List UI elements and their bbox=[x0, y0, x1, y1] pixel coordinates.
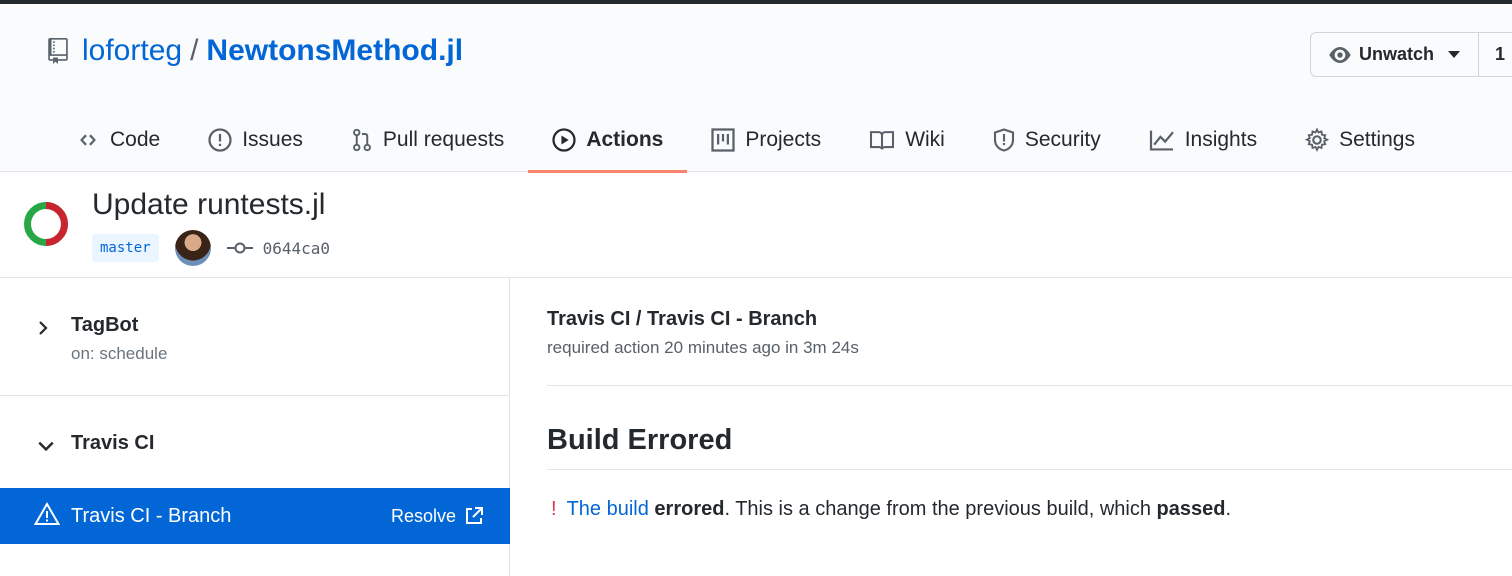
avatar[interactable] bbox=[174, 230, 211, 266]
run-status-icon bbox=[24, 202, 68, 246]
tab-pull-requests[interactable]: Pull requests bbox=[327, 108, 528, 172]
repo-title: loforteg / NewtonsMethod.jl bbox=[48, 34, 463, 68]
branch-badge[interactable]: master bbox=[92, 234, 159, 262]
workflow-travis-ci[interactable]: Travis CI bbox=[0, 396, 510, 488]
tab-settings-label: Settings bbox=[1339, 128, 1415, 151]
issue-icon bbox=[208, 128, 232, 152]
commit-link[interactable]: 0644ca0 bbox=[226, 238, 331, 258]
workflow-tagbot[interactable]: TagBot on: schedule bbox=[0, 278, 510, 396]
shield-icon bbox=[993, 128, 1014, 152]
tab-projects-label: Projects bbox=[745, 128, 822, 151]
tab-issues-label: Issues bbox=[242, 128, 303, 151]
unwatch-label: Unwatch bbox=[1359, 44, 1435, 64]
pull-request-icon bbox=[352, 128, 371, 152]
workflow-travis-ci-name: Travis CI bbox=[71, 432, 155, 454]
eye-icon bbox=[1329, 46, 1351, 63]
unwatch-button[interactable]: Unwatch bbox=[1311, 33, 1480, 76]
tab-wiki[interactable]: Wiki bbox=[845, 108, 969, 172]
workflow-tagbot-trigger: on: schedule bbox=[71, 344, 168, 363]
commit-sha: 0644ca0 bbox=[262, 238, 331, 258]
alert-icon bbox=[34, 502, 60, 525]
check-subtitle: required action 20 minutes ago in 3m 24s bbox=[547, 338, 859, 357]
commit-icon bbox=[226, 242, 253, 254]
watch-count[interactable]: 1 bbox=[1479, 44, 1512, 65]
repo-owner-link[interactable]: loforteg bbox=[82, 34, 182, 68]
project-icon bbox=[711, 128, 735, 152]
tab-issues[interactable]: Issues bbox=[184, 108, 327, 172]
repo-name-link[interactable]: NewtonsMethod.jl bbox=[206, 34, 463, 68]
code-icon bbox=[80, 134, 96, 146]
external-link-icon bbox=[466, 507, 483, 524]
run-header: Update runtests.jl master 0644ca0 bbox=[0, 172, 1512, 278]
divider bbox=[547, 385, 1512, 386]
tab-projects[interactable]: Projects bbox=[687, 108, 845, 172]
tab-security[interactable]: Security bbox=[969, 108, 1125, 172]
build-link[interactable]: The build bbox=[567, 498, 649, 520]
tab-insights[interactable]: Insights bbox=[1125, 108, 1281, 172]
build-message-text: . This is a change from the previous bui… bbox=[724, 498, 1157, 520]
job-name: Travis CI - Branch bbox=[71, 504, 232, 527]
run-meta: master 0644ca0 bbox=[92, 230, 330, 266]
build-message: ! The build errored. This is a change fro… bbox=[551, 498, 1231, 521]
play-icon bbox=[552, 128, 576, 152]
build-result: errored bbox=[654, 498, 725, 520]
chevron-right-icon bbox=[39, 321, 48, 335]
repo-header: loforteg / NewtonsMethod.jl Unwatch 1 Co… bbox=[0, 4, 1512, 173]
tab-actions-label: Actions bbox=[586, 128, 664, 151]
workflow-sidebar: TagBot on: schedule Travis CI Travis CI … bbox=[0, 278, 510, 576]
run-title: Update runtests.jl bbox=[92, 188, 326, 221]
repo-nav-tabs: Code Issues Pull requests Actions Projec… bbox=[52, 108, 1439, 173]
check-details: Travis CI / Travis CI - Branch required … bbox=[547, 278, 1512, 576]
watch-control: Unwatch 1 bbox=[1310, 32, 1512, 77]
gear-icon bbox=[1305, 128, 1330, 152]
error-mark-icon: ! bbox=[551, 498, 557, 520]
build-status-heading: Build Errored bbox=[547, 424, 733, 456]
resolve-link[interactable]: Resolve bbox=[391, 506, 484, 527]
check-title: Travis CI / Travis CI - Branch bbox=[547, 308, 818, 330]
chevron-down-icon bbox=[1448, 51, 1461, 58]
job-travis-ci-branch[interactable]: Travis CI - Branch Resolve bbox=[0, 488, 510, 544]
chevron-down-icon bbox=[38, 441, 54, 452]
tab-pull-requests-label: Pull requests bbox=[382, 128, 505, 151]
tab-code-label: Code bbox=[110, 128, 161, 151]
workflow-tagbot-name: TagBot bbox=[71, 314, 139, 336]
repo-separator: / bbox=[190, 34, 199, 67]
tab-insights-label: Insights bbox=[1184, 128, 1258, 151]
tab-code[interactable]: Code bbox=[52, 108, 184, 172]
tab-actions[interactable]: Actions bbox=[528, 108, 688, 173]
tab-settings[interactable]: Settings bbox=[1281, 108, 1439, 172]
repo-icon bbox=[48, 38, 68, 64]
resolve-label: Resolve bbox=[390, 505, 456, 526]
graph-icon bbox=[1149, 130, 1174, 151]
divider bbox=[547, 469, 1512, 470]
tab-wiki-label: Wiki bbox=[905, 128, 945, 151]
previous-build-result: passed bbox=[1156, 498, 1226, 520]
book-icon bbox=[870, 131, 895, 150]
build-message-end: . bbox=[1225, 498, 1232, 520]
tab-security-label: Security bbox=[1024, 128, 1101, 151]
